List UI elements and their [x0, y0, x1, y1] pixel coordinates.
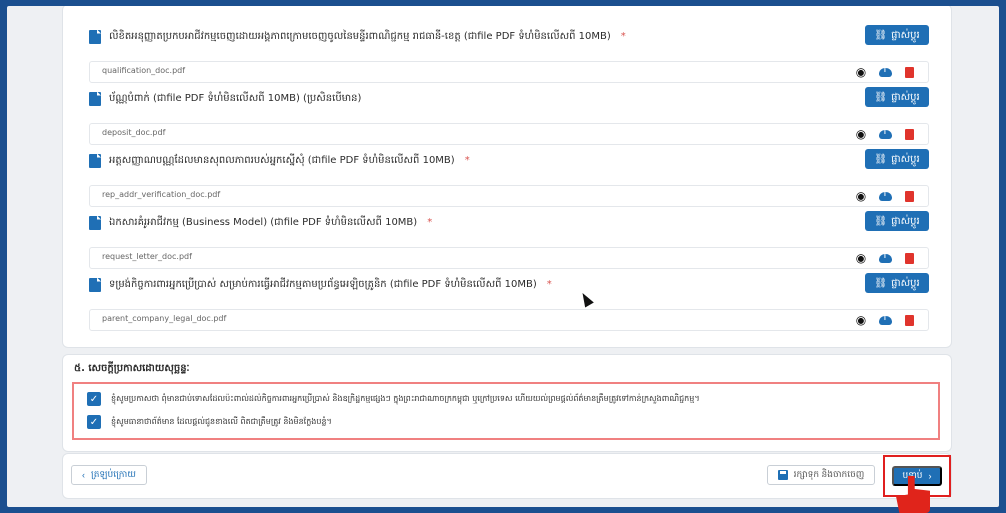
- trash-icon[interactable]: [902, 189, 916, 203]
- file-name: qualification_doc.pdf: [102, 66, 186, 75]
- save-button-label: រក្សាទុក និងចាកចេញ: [793, 468, 865, 479]
- document-label: អត្តសញ្ញាណបណ្ណដែលមានសុពលភាពរបស់អ្នកស្នើស…: [109, 155, 455, 166]
- required-mark: *: [464, 155, 470, 166]
- file-actions: ◉: [854, 65, 916, 79]
- document-title: ឯកសារគំរូអាជីវកម្ម (Business Model) (ជាf…: [89, 215, 432, 230]
- save-icon: [777, 470, 788, 480]
- document-label: ប័ណ្ណបំពាក់ (ជាfile PDF ទំហំមិនលើសពី 10M…: [109, 93, 362, 104]
- cloud-upload-icon[interactable]: [878, 189, 892, 203]
- cloud-upload-icon[interactable]: [878, 251, 892, 265]
- save-and-exit-button[interactable]: រក្សាទុក និងចាកចេញ: [767, 465, 875, 485]
- file-box: deposit_doc.pdf ◉: [89, 123, 929, 145]
- file-name: deposit_doc.pdf: [102, 128, 166, 137]
- eye-icon[interactable]: ◉: [854, 251, 868, 265]
- change-button[interactable]: ⛓ ផ្លាស់ប្តូរ: [865, 25, 929, 45]
- file-box: parent_company_legal_doc.pdf ◉: [89, 309, 929, 331]
- link-icon: ⛓: [874, 153, 888, 165]
- file-box: rep_addr_verification_doc.pdf ◉: [89, 185, 929, 207]
- change-button[interactable]: ⛓ ផ្លាស់ប្តូរ: [865, 149, 929, 169]
- document-row: លិខិតអនុញ្ញាតប្រកបអាជីវកម្មចេញដោយអង្គភាព…: [89, 25, 929, 85]
- document-label: ឯកសារគំរូអាជីវកម្ម (Business Model) (ជាf…: [109, 217, 418, 228]
- change-button-label: ផ្លាស់ប្តូរ: [891, 29, 920, 41]
- link-icon: ⛓: [874, 277, 888, 289]
- document-title: ទម្រង់កិច្ចការពារអ្នកប្រើប្រាស់ សម្រាប់ក…: [89, 277, 552, 292]
- file-icon: [89, 215, 101, 230]
- declaration-item[interactable]: ✓ ខ្ញុំសូមធានាថាព័ត៌មាន ដែលផ្តល់ជូនខាងលើ…: [87, 415, 332, 429]
- checkbox-checked-icon[interactable]: ✓: [87, 415, 101, 429]
- change-button-label: ផ្លាស់ប្តូរ: [891, 277, 920, 289]
- file-name: request_letter_doc.pdf: [102, 252, 192, 261]
- change-button-label: ផ្លាស់ប្តូរ: [891, 215, 920, 227]
- checkbox-checked-icon[interactable]: ✓: [87, 392, 101, 406]
- file-actions: ◉: [854, 189, 916, 203]
- change-button-label: ផ្លាស់ប្តូរ: [891, 153, 920, 165]
- document-row: ប័ណ្ណបំពាក់ (ជាfile PDF ទំហំមិនលើសពី 10M…: [89, 87, 929, 147]
- declaration-item[interactable]: ✓ ខ្ញុំសូមប្រកាសថា ពុំមានជាប់ទោសដែលប៉ះពា…: [87, 392, 700, 406]
- document-row: ឯកសារគំរូអាជីវកម្ម (Business Model) (ជាf…: [89, 211, 929, 271]
- eye-icon[interactable]: ◉: [854, 65, 868, 79]
- link-icon: ⛓: [874, 29, 888, 41]
- file-actions: ◉: [854, 313, 916, 327]
- file-icon: [89, 29, 101, 44]
- file-name: rep_addr_verification_doc.pdf: [102, 190, 221, 199]
- trash-icon[interactable]: [902, 65, 916, 79]
- back-button-label: ត្រឡប់ក្រោយ: [91, 468, 136, 479]
- trash-icon[interactable]: [902, 251, 916, 265]
- declaration-text: ខ្ញុំសូមប្រកាសថា ពុំមានជាប់ទោសដែលប៉ះពាល់…: [111, 394, 700, 403]
- file-name: parent_company_legal_doc.pdf: [102, 314, 227, 323]
- file-actions: ◉: [854, 127, 916, 141]
- file-box: request_letter_doc.pdf ◉: [89, 247, 929, 269]
- back-button[interactable]: ‹ ត្រឡប់ក្រោយ: [71, 465, 147, 485]
- change-button[interactable]: ⛓ ផ្លាស់ប្តូរ: [865, 273, 929, 293]
- document-row: ទម្រង់កិច្ចការពារអ្នកប្រើប្រាស់ សម្រាប់ក…: [89, 273, 929, 333]
- trash-icon[interactable]: [902, 127, 916, 141]
- change-button[interactable]: ⛓ ផ្លាស់ប្តូរ: [865, 87, 929, 107]
- declaration-section: ៥. សេចក្តីប្រកាសដោយសុច្ឆន្ទៈ ✓ ខ្ញុំសូមប…: [62, 354, 952, 452]
- required-mark: *: [546, 279, 552, 290]
- documents-card: លិខិតអនុញ្ញាតប្រកបអាជីវកម្មចេញដោយអង្គភាព…: [62, 6, 952, 348]
- file-icon: [89, 277, 101, 292]
- cloud-upload-icon[interactable]: [878, 65, 892, 79]
- eye-icon[interactable]: ◉: [854, 189, 868, 203]
- link-icon: ⛓: [874, 91, 888, 103]
- chevron-right-icon: ›: [928, 471, 932, 481]
- document-title: ប័ណ្ណបំពាក់ (ជាfile PDF ទំហំមិនលើសពី 10M…: [89, 91, 361, 106]
- declaration-box: ✓ ខ្ញុំសូមប្រកាសថា ពុំមានជាប់ទោសដែលប៉ះពា…: [72, 382, 940, 440]
- required-mark: *: [620, 31, 626, 42]
- link-icon: ⛓: [874, 215, 888, 227]
- document-title: អត្តសញ្ញាណបណ្ណដែលមានសុពលភាពរបស់អ្នកស្នើស…: [89, 153, 470, 168]
- document-label: ទម្រង់កិច្ចការពារអ្នកប្រើប្រាស់ សម្រាប់ក…: [109, 279, 537, 290]
- document-row: អត្តសញ្ញាណបណ្ណដែលមានសុពលភាពរបស់អ្នកស្នើស…: [89, 149, 929, 209]
- document-label: លិខិតអនុញ្ញាតប្រកបអាជីវកម្មចេញដោយអង្គភាព…: [109, 31, 611, 42]
- document-title: លិខិតអនុញ្ញាតប្រកបអាជីវកម្មចេញដោយអង្គភាព…: [89, 29, 626, 44]
- app-frame: លិខិតអនុញ្ញាតប្រកបអាជីវកម្មចេញដោយអង្គភាព…: [7, 6, 999, 507]
- change-button-label: ផ្លាស់ប្តូរ: [891, 91, 920, 103]
- footer-bar: ‹ ត្រឡប់ក្រោយ រក្សាទុក និងចាកចេញ បន្ទាប់…: [62, 453, 952, 499]
- chevron-left-icon: ‹: [82, 470, 86, 480]
- file-actions: ◉: [854, 251, 916, 265]
- trash-icon[interactable]: [902, 313, 916, 327]
- change-button[interactable]: ⛓ ផ្លាស់ប្តូរ: [865, 211, 929, 231]
- declaration-title: ៥. សេចក្តីប្រកាសដោយសុច្ឆន្ទៈ: [74, 363, 190, 374]
- cloud-upload-icon[interactable]: [878, 127, 892, 141]
- file-icon: [89, 91, 101, 106]
- eye-icon[interactable]: ◉: [854, 127, 868, 141]
- declaration-text: ខ្ញុំសូមធានាថាព័ត៌មាន ដែលផ្តល់ជូនខាងលើ ព…: [111, 417, 332, 426]
- eye-icon[interactable]: ◉: [854, 313, 868, 327]
- cloud-upload-icon[interactable]: [878, 313, 892, 327]
- file-box: qualification_doc.pdf ◉: [89, 61, 929, 83]
- file-icon: [89, 153, 101, 168]
- required-mark: *: [427, 217, 433, 228]
- next-button[interactable]: បន្ទាប់ ›: [892, 466, 942, 486]
